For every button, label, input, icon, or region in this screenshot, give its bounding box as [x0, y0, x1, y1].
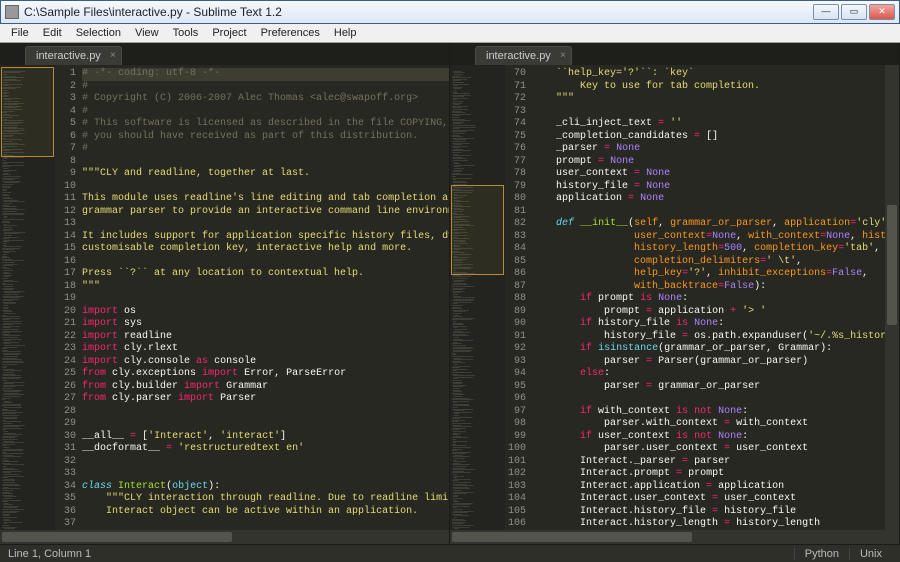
- code-lines[interactable]: # -*- coding: utf-8 -*-## Copyright (C) …: [82, 65, 449, 530]
- status-syntax[interactable]: Python: [794, 548, 849, 560]
- tab-left[interactable]: interactive.py ×: [25, 46, 122, 65]
- maximize-button[interactable]: ▭: [841, 4, 867, 20]
- tab-row-right: interactive.py ×: [450, 43, 899, 65]
- minimize-button[interactable]: —: [813, 4, 839, 20]
- code-editor-left[interactable]: 1 2 3 4 5 6 7 8 9 10 11 12 13 14 15 16 1…: [55, 65, 449, 530]
- tab-label: interactive.py: [486, 50, 551, 62]
- left-pane: interactive.py × xxxxxxxxxxxxxxxxxxxxxxx…: [0, 43, 450, 544]
- status-position: Line 1, Column 1: [8, 548, 91, 560]
- scrollbar-horizontal[interactable]: [0, 530, 449, 544]
- close-icon[interactable]: ×: [110, 50, 116, 61]
- scrollbar-thumb[interactable]: [887, 205, 897, 325]
- window-controls: — ▭ ✕: [813, 4, 895, 20]
- app-icon: [5, 5, 19, 19]
- minimap-viewport[interactable]: [451, 185, 504, 275]
- close-icon[interactable]: ×: [560, 50, 566, 61]
- code-editor-right[interactable]: 70 71 72 73 74 75 76 77 78 79 80 81 82 8…: [505, 65, 885, 530]
- scrollbar-thumb[interactable]: [452, 532, 692, 542]
- scrollbar-thumb[interactable]: [2, 532, 232, 542]
- status-encoding[interactable]: Unix: [849, 548, 892, 560]
- line-gutter: 70 71 72 73 74 75 76 77 78 79 80 81 82 8…: [505, 65, 532, 530]
- line-gutter: 1 2 3 4 5 6 7 8 9 10 11 12 13 14 15 16 1…: [55, 65, 82, 530]
- scrollbar-horizontal[interactable]: [450, 530, 899, 544]
- right-pane: interactive.py × xxxxxxxxxxxxx xxxxxxxxx…: [450, 43, 900, 544]
- editor-area: interactive.py × xxxxxxxxxxxxxxxxxxxxxxx…: [0, 43, 900, 544]
- menu-edit[interactable]: Edit: [36, 25, 69, 41]
- menu-preferences[interactable]: Preferences: [254, 25, 327, 41]
- statusbar: Line 1, Column 1 Python Unix: [0, 544, 900, 562]
- minimap-left[interactable]: xxxxxxxxxxxxxxxxxxxxxxxxxxxxxxxxx xxxxxx…: [0, 65, 55, 530]
- window-titlebar: C:\Sample Files\interactive.py - Sublime…: [0, 0, 900, 24]
- minimap-right[interactable]: xxxxxxxxxxxxx xxxxxxxxxxxxxxxxxx xxxxxxx…: [450, 65, 505, 530]
- tab-right[interactable]: interactive.py ×: [475, 46, 572, 65]
- menubar: FileEditSelectionViewToolsProjectPrefere…: [0, 24, 900, 43]
- window-title: C:\Sample Files\interactive.py - Sublime…: [24, 5, 813, 19]
- minimap-viewport[interactable]: [1, 67, 54, 157]
- menu-selection[interactable]: Selection: [69, 25, 128, 41]
- menu-file[interactable]: File: [4, 25, 36, 41]
- scrollbar-vertical[interactable]: [885, 65, 899, 530]
- tab-label: interactive.py: [36, 50, 101, 62]
- code-lines[interactable]: ``help_key='?'``: `key` Key to use for t…: [532, 65, 885, 530]
- menu-help[interactable]: Help: [327, 25, 364, 41]
- close-button[interactable]: ✕: [869, 4, 895, 20]
- tab-row-left: interactive.py ×: [0, 43, 449, 65]
- menu-view[interactable]: View: [128, 25, 166, 41]
- menu-project[interactable]: Project: [205, 25, 253, 41]
- menu-tools[interactable]: Tools: [166, 25, 206, 41]
